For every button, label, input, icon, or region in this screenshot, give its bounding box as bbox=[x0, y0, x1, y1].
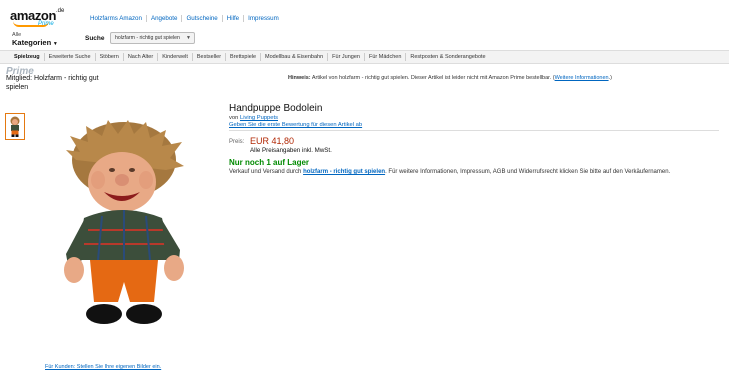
caret-down-icon: ▼ bbox=[52, 41, 58, 47]
amazon-logo[interactable]: amazon.de Prime bbox=[10, 8, 65, 27]
subnav-item-advanced-search[interactable]: Erweiterte Suche bbox=[45, 54, 95, 60]
search-scope-select[interactable]: holzfarm - richtig gut spielen ▼ bbox=[110, 32, 195, 44]
product-main-image[interactable] bbox=[62, 120, 187, 330]
price-value: EUR 41,80 bbox=[250, 136, 295, 146]
logo-tld: .de bbox=[56, 8, 65, 14]
subnav-item-girls[interactable]: Für Mädchen bbox=[365, 54, 405, 60]
product-title: Handpuppe Bodolein bbox=[229, 103, 323, 114]
search-label: Suche bbox=[85, 35, 105, 42]
subnav-item-model-building[interactable]: Modellbau & Eisenbahn bbox=[261, 54, 327, 60]
prime-hint: Hinweis: Artikel von holzfarm - richtig … bbox=[288, 75, 612, 81]
by-prefix: von bbox=[229, 115, 240, 121]
all-categories-button[interactable]: Alle Kategorien ▼ bbox=[12, 32, 58, 48]
subnav-item-browse[interactable]: Stöbern bbox=[96, 54, 123, 60]
puppet-thumbnail-icon bbox=[10, 116, 20, 137]
product-thumbnail[interactable] bbox=[5, 113, 25, 140]
hint-end: .) bbox=[608, 75, 612, 81]
stock-status: Nur noch 1 auf Lager bbox=[229, 158, 310, 167]
categories-label: Kategorien bbox=[12, 38, 52, 47]
subnav-item-kids-world[interactable]: Kinderwelt bbox=[158, 54, 192, 60]
product-byline: von Living Puppets bbox=[229, 115, 278, 121]
more-info-link[interactable]: Weitere Informationen bbox=[555, 75, 609, 81]
nav-link-store[interactable]: Holzfarms Amazon bbox=[86, 15, 146, 22]
subnav-item-clearance[interactable]: Restposten & Sonderangebote bbox=[406, 54, 489, 60]
top-nav: Holzfarms Amazon Angebote Gutscheine Hil… bbox=[86, 15, 283, 22]
chevron-down-icon: ▼ bbox=[186, 35, 191, 41]
divider bbox=[229, 130, 719, 131]
brand-link[interactable]: Living Puppets bbox=[240, 115, 278, 121]
hint-label: Hinweis: bbox=[288, 75, 311, 81]
sub-nav: Spielzeug Erweiterte Suche Stöbern Nach … bbox=[0, 50, 729, 64]
subnav-item-board-games[interactable]: Brettspiele bbox=[226, 54, 260, 60]
hint-text: Artikel von holzfarm - richtig gut spiel… bbox=[310, 75, 555, 81]
price-label: Preis: bbox=[229, 139, 245, 145]
subnav-item-boys[interactable]: Für Jungen bbox=[328, 54, 364, 60]
search-scope-value: holzfarm - richtig gut spielen bbox=[115, 35, 180, 41]
nav-link-deals[interactable]: Angebote bbox=[147, 15, 182, 22]
subnav-item-toys[interactable]: Spielzeug bbox=[10, 54, 44, 60]
seller-link[interactable]: holzfarm - richtig gut spielen bbox=[303, 169, 385, 175]
top-bar: amazon.de Prime Holzfarms Amazon Angebot… bbox=[0, 0, 729, 30]
nav-link-imprint[interactable]: Impressum bbox=[244, 15, 283, 22]
subnav-item-bestseller[interactable]: Bestseller bbox=[193, 54, 225, 60]
shipping-info: Verkauf und Versand durch holzfarm - ric… bbox=[229, 169, 670, 175]
customer-images-link[interactable]: Für Kunden: Stellen Sie Ihre eigenen Bil… bbox=[45, 364, 161, 370]
ship-suffix: . Für weitere Informationen, Impressum, … bbox=[385, 169, 671, 175]
vat-note: Alle Preisangaben inkl. MwSt. bbox=[250, 147, 332, 154]
write-review-link[interactable]: Geben Sie die erste Bewertung für diesen… bbox=[229, 122, 362, 128]
prime-member-text: Mitglied: Holzfarm - richtig gut spielen bbox=[6, 75, 99, 91]
category-bar: Alle Kategorien ▼ Suche holzfarm - richt… bbox=[0, 30, 729, 51]
nav-link-help[interactable]: Hilfe bbox=[223, 15, 243, 22]
nav-link-vouchers[interactable]: Gutscheine bbox=[182, 15, 221, 22]
logo-prime: Prime bbox=[38, 21, 54, 27]
ship-prefix: Verkauf und Versand durch bbox=[229, 169, 304, 175]
subnav-item-by-age[interactable]: Nach Alter bbox=[124, 54, 157, 60]
